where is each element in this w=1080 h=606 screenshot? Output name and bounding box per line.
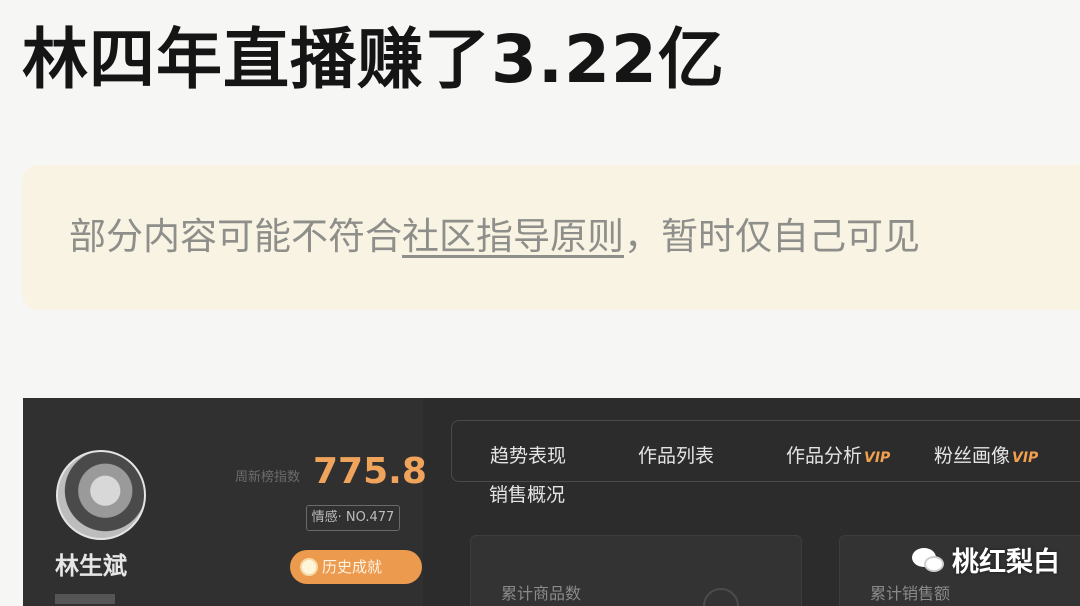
index-value: 775.8: [313, 451, 427, 492]
history-achievements-button[interactable]: 历史成就: [290, 550, 422, 584]
medal-icon: [300, 558, 318, 576]
tab-label: 作品列表: [638, 445, 715, 467]
headline: 林四年直播赚了3.22亿: [22, 21, 725, 98]
tab-label: 作品分析: [786, 445, 863, 467]
rank-badge: 情感· NO.477: [306, 505, 400, 531]
notice-suffix: ，暂时仅自己可见: [624, 215, 920, 258]
tab-works-list[interactable]: 作品列表: [638, 441, 714, 468]
tab-works-analysis[interactable]: 作品分析 VIP: [786, 441, 890, 468]
card-label: 累计商品数: [501, 584, 582, 603]
profile-panel: 林生斌 周新榜指数 775.8 情感· NO.477 历史成就: [23, 398, 427, 606]
tab-bar: 趋势表现 作品列表 作品分析 VIP 粉丝画像 VIP: [451, 420, 1080, 482]
vip-badge: VIP: [1012, 450, 1039, 466]
notice-banner: 部分内容可能不符合社区指导原则，暂时仅自己可见: [22, 165, 1080, 310]
tab-label: 粉丝画像: [934, 445, 1011, 467]
vip-badge: VIP: [864, 450, 891, 466]
stat-card-products: 累计商品数: [470, 535, 802, 606]
info-icon: [703, 588, 739, 606]
notice-text: 部分内容可能不符合社区指导原则，暂时仅自己可见: [69, 209, 920, 265]
profile-subtitle: [55, 594, 115, 604]
tab-fan-profile[interactable]: 粉丝画像 VIP: [934, 441, 1038, 468]
community-guidelines-link[interactable]: 社区指导原则: [402, 215, 624, 258]
profile-name: 林生斌: [55, 552, 127, 580]
avatar: [56, 450, 146, 540]
index-label: 周新榜指数: [235, 470, 301, 485]
watermark-text: 桃红梨白: [952, 547, 1060, 578]
card-label: 累计销售额: [870, 584, 951, 603]
watermark: 桃红梨白: [912, 540, 1060, 579]
history-button-label: 历史成就: [322, 558, 383, 576]
page: 林四年直播赚了3.22亿 部分内容可能不符合社区指导原则，暂时仅自己可见 林生斌…: [0, 0, 1080, 606]
wechat-icon: [912, 546, 946, 574]
tab-trend[interactable]: 趋势表现: [490, 441, 566, 468]
notice-prefix: 部分内容可能不符合: [69, 215, 402, 258]
tab-sales-overview[interactable]: 销售概况: [489, 480, 565, 507]
tab-label: 趋势表现: [490, 445, 567, 467]
